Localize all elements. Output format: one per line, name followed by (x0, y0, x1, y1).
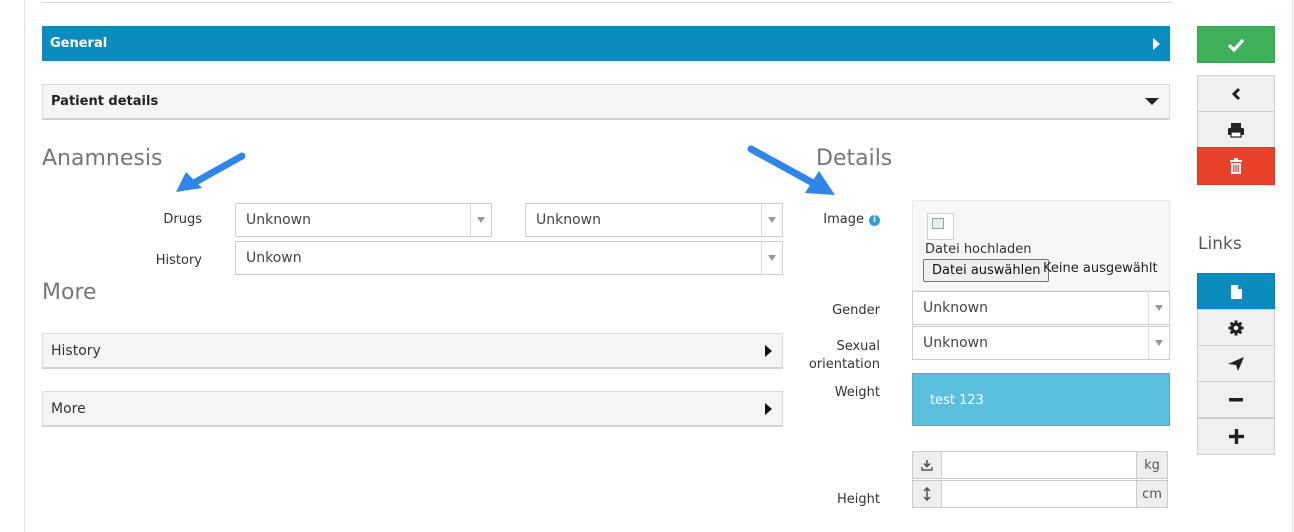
sexual-orientation-label-line2: orientation (808, 357, 880, 372)
upload-label: Datei hochladen (925, 242, 1032, 257)
sexual-orientation-label-line1: Sexual (836, 339, 880, 354)
sexual-orientation-label: Sexual orientation (790, 338, 880, 374)
page-frame-left (24, 0, 25, 532)
page-frame-right (1292, 0, 1293, 532)
send-button[interactable] (1197, 345, 1275, 382)
more-accordion-label: More (51, 400, 86, 417)
vertical-arrows-icon (913, 481, 942, 507)
height-input[interactable] (942, 481, 1136, 507)
history-select-value: Unkown (246, 250, 302, 266)
minus-icon (1229, 397, 1243, 401)
caret-down-icon (1145, 98, 1159, 105)
anamnesis-title: Anamnesis (42, 146, 163, 171)
general-panel-title: General (50, 36, 108, 51)
gender-select[interactable]: Unknown (912, 291, 1170, 325)
choose-file-button[interactable]: Datei auswählen (923, 259, 1050, 282)
chevron-down-icon (1148, 327, 1169, 359)
print-button[interactable] (1197, 111, 1275, 148)
history-accordion-label: History (51, 342, 101, 359)
plus-icon (1228, 429, 1244, 444)
links-title: Links (1198, 234, 1242, 254)
patient-details-panel-header[interactable]: Patient details (42, 84, 1170, 120)
chevron-down-icon (1148, 292, 1169, 324)
drugs-select-2-value: Unknown (536, 212, 601, 228)
sexual-orientation-select[interactable]: Unknown (912, 326, 1170, 360)
height-label: Height (837, 492, 880, 507)
chevron-down-icon (761, 204, 782, 236)
annotation-arrow-details (747, 145, 835, 195)
check-icon (1227, 38, 1245, 52)
history-select[interactable]: Unkown (235, 241, 783, 275)
minus-button[interactable] (1197, 381, 1275, 418)
weight-info-box: test 123 (912, 373, 1170, 426)
annotation-arrow-anamnesis (176, 152, 246, 192)
drugs-select-1[interactable]: Unknown (235, 203, 492, 237)
image-label: Image (823, 212, 864, 227)
file-status: Keine ausgewählt (1043, 261, 1158, 276)
trash-icon (1230, 158, 1242, 174)
gender-label: Gender (832, 303, 880, 318)
weight-unit: kg (1136, 452, 1167, 478)
send-icon (1228, 356, 1244, 371)
history-label: History (155, 253, 202, 268)
caret-right-icon (1153, 37, 1160, 50)
save-button[interactable] (1197, 26, 1275, 63)
drugs-label: Drugs (163, 212, 202, 227)
chevron-down-icon (761, 242, 782, 274)
weight-input-group: kg (912, 451, 1168, 479)
weight-label: Weight (834, 385, 880, 400)
settings-button[interactable] (1197, 309, 1275, 346)
info-icon[interactable]: i (869, 215, 880, 226)
back-button[interactable] (1197, 75, 1275, 112)
gear-icon (1228, 320, 1244, 335)
print-icon (1228, 122, 1244, 138)
height-unit: cm (1136, 481, 1167, 507)
gender-select-value: Unknown (923, 300, 988, 316)
chevron-down-icon (470, 204, 491, 236)
file-icon (1230, 284, 1242, 299)
more-title: More (42, 280, 97, 305)
top-divider (42, 2, 1172, 3)
patient-details-title: Patient details (51, 94, 159, 109)
general-panel-header[interactable]: General (42, 26, 1170, 61)
delete-button[interactable] (1197, 147, 1275, 185)
chevron-left-icon (1231, 87, 1241, 100)
sexual-orientation-select-value: Unknown (923, 335, 988, 351)
image-upload-box: Datei hochladen Datei auswählen Keine au… (912, 200, 1170, 291)
document-button[interactable] (1197, 273, 1275, 310)
weight-input[interactable] (942, 452, 1136, 478)
caret-right-icon (765, 344, 772, 357)
drugs-select-1-value: Unknown (246, 212, 311, 228)
image-placeholder-icon (927, 213, 954, 240)
download-icon (913, 452, 942, 478)
drugs-select-2[interactable]: Unknown (525, 203, 783, 237)
plus-button[interactable] (1197, 418, 1275, 455)
image-label-wrap: Image i (800, 212, 880, 227)
height-input-group: cm (912, 480, 1168, 508)
history-accordion[interactable]: History (42, 333, 783, 369)
caret-right-icon (765, 402, 772, 415)
more-accordion[interactable]: More (42, 391, 783, 427)
